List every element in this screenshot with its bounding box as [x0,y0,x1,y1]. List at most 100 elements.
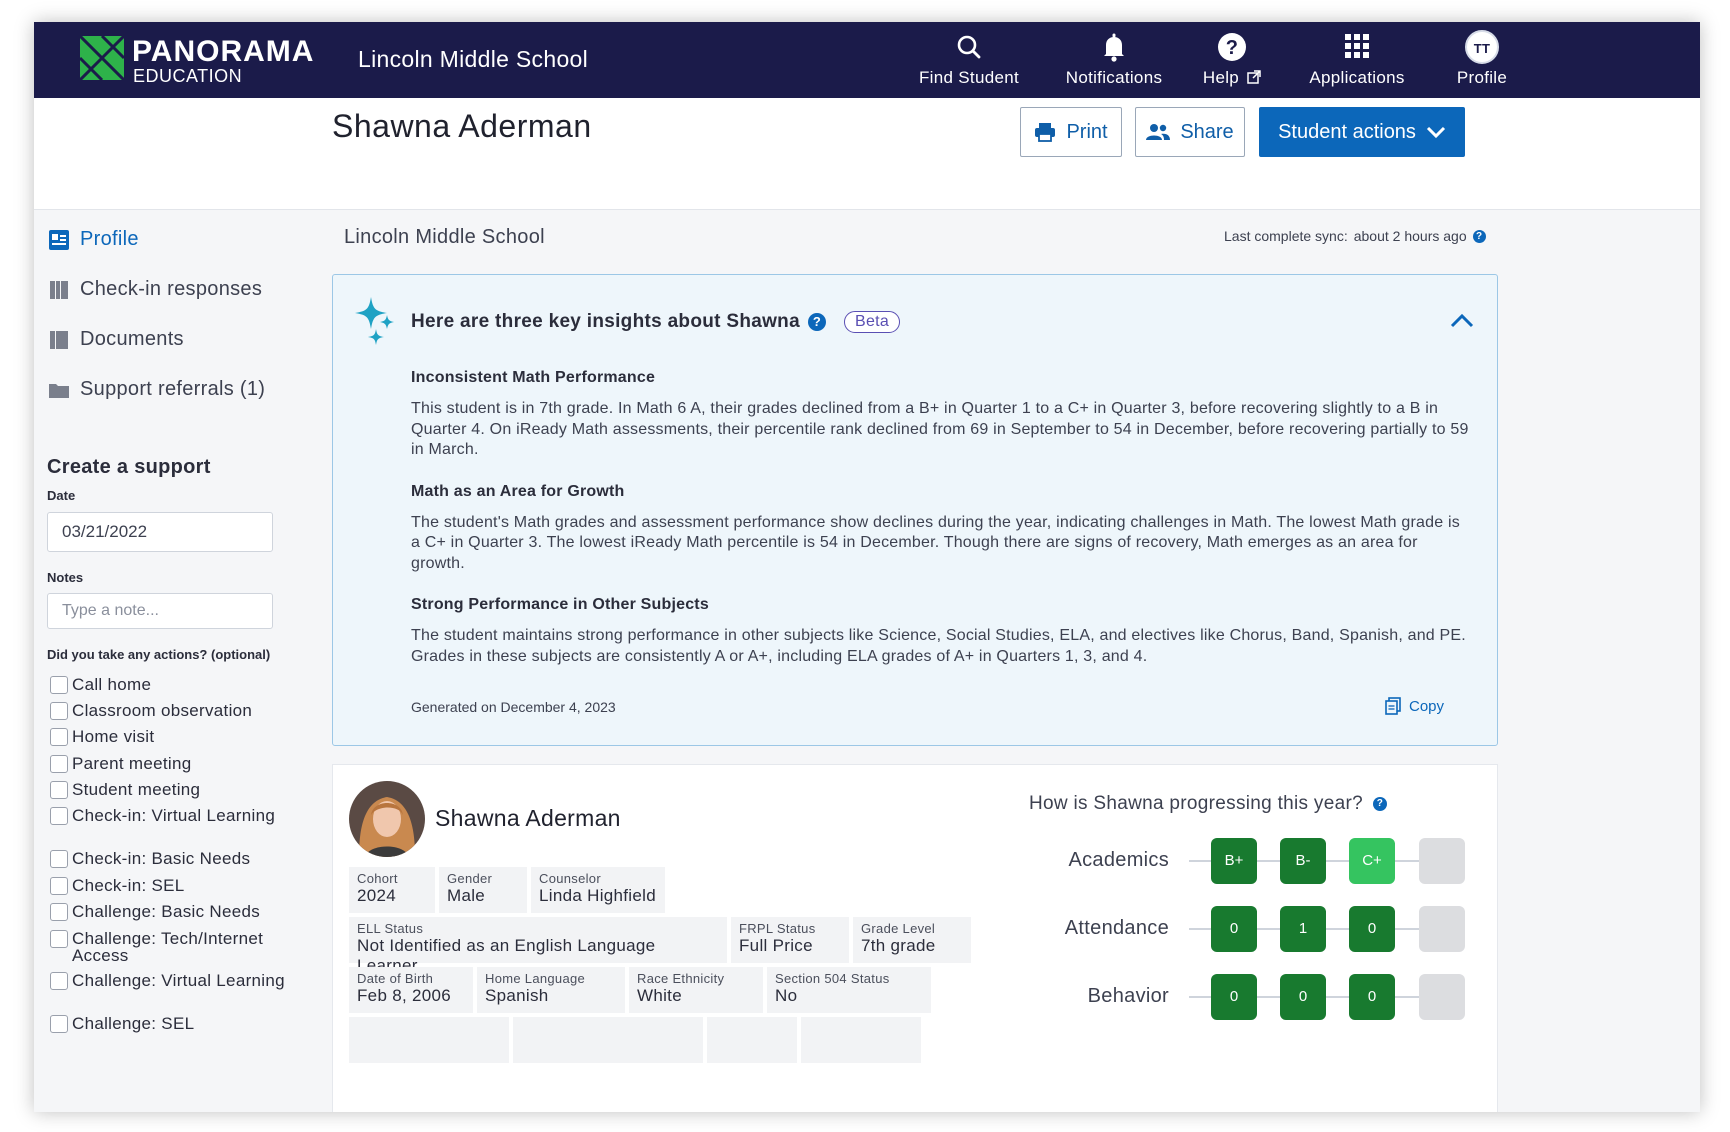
attr-cohort: Cohort 2024 [349,867,435,913]
print-button[interactable]: Print [1020,107,1122,157]
action-label: Parent meeting [72,754,192,773]
copy-button[interactable]: Copy [1385,697,1444,715]
attr-more [349,1017,509,1063]
action-checkbox-row[interactable]: Home visit [50,728,290,746]
attr-value: Male [447,886,486,905]
checkbox[interactable] [50,972,68,990]
insight-item: Strong Performance in Other Subjects The… [411,596,1471,667]
sidebar: Profile Check-in responses Documents Sup… [34,210,304,1112]
checkbox[interactable] [50,676,68,694]
insight-heading: Inconsistent Math Performance [411,369,656,386]
checkbox[interactable] [50,728,68,746]
sidebar-item-profile-label: Profile [80,228,139,250]
attr-key: ELL Status [357,921,424,936]
attendance-count-q3[interactable]: 0 [1349,906,1395,952]
nav-profile[interactable]: TT Profile [1440,30,1524,94]
sidebar-item-profile[interactable]: Profile [48,228,139,251]
action-checkbox-row[interactable]: Check-in: Virtual Learning [50,807,290,825]
sidebar-item-support-referrals[interactable]: Support referrals (1) [48,378,265,401]
actions-question-label: Did you take any actions? (optional) [47,647,271,662]
attr-value: White [637,986,682,1005]
attr-key: Home Language [485,971,586,986]
share-button[interactable]: Share [1135,107,1245,157]
checkbox[interactable] [50,807,68,825]
action-checkbox-row[interactable]: Challenge: Virtual Learning [50,972,290,990]
nav-help-label: Help [1192,68,1272,88]
insight-item: Inconsistent Math Performance This stude… [411,369,1471,461]
attr-key: FRPL Status [739,921,816,936]
attr-section-504: Section 504 Status No [767,967,931,1013]
progress-row-label: Academics [1068,849,1169,871]
action-checkbox-row[interactable]: Student meeting [50,781,290,799]
checkbox[interactable] [50,702,68,720]
progress-help-icon[interactable]: ? [1372,797,1387,811]
academics-grade-q3[interactable]: C+ [1349,838,1395,884]
sync-help-icon[interactable]: ? [1472,229,1486,243]
student-actions-dropdown[interactable]: Student actions [1259,107,1465,157]
action-checkbox-row[interactable]: Parent meeting [50,755,290,773]
behavior-count-q3[interactable]: 0 [1349,974,1395,1020]
nav-notifications[interactable]: Notifications [1052,30,1176,94]
copy-icon [1385,697,1401,715]
progress-title: How is Shawna progressing this year? ? [1029,793,1387,815]
date-field[interactable]: 03/21/2022 [47,512,273,552]
sidebar-item-checkin-responses[interactable]: Check-in responses [48,278,262,301]
page-title: Shawna Aderman [332,108,592,144]
academics-grade-q2[interactable]: B- [1280,838,1326,884]
nav-notifications-label: Notifications [1065,68,1163,87]
checkbox[interactable] [50,903,68,921]
action-label: Challenge: Virtual Learning [72,971,285,990]
bell-icon [1104,33,1124,62]
beta-badge: Beta [843,311,901,333]
action-checkbox-row[interactable]: Challenge: SEL [50,1015,290,1033]
attendance-count-q2[interactable]: 1 [1280,906,1326,952]
insight-text: The student maintains strong performance… [411,627,1466,665]
checkbox[interactable] [50,781,68,799]
academics-grade-q4[interactable] [1419,838,1465,884]
checkbox[interactable] [50,930,68,948]
insights-help-icon[interactable]: ? [807,313,826,331]
checkbox[interactable] [50,850,68,868]
notes-field[interactable]: Type a note... [47,593,273,629]
share-people-icon [1146,124,1171,140]
action-checkbox-row[interactable]: Challenge: Basic Needs [50,903,290,921]
student-actions-label: Student actions [1278,120,1416,143]
action-checkbox-row[interactable]: Call home [50,676,290,694]
insight-item: Math as an Area for Growth The student's… [411,483,1471,575]
chevron-up-icon[interactable] [1449,311,1475,331]
app-window: PANORAMA EDUCATION Lincoln Middle School… [34,22,1700,1112]
academics-grade-q1[interactable]: B+ [1211,838,1257,884]
action-label: Challenge: Tech/Internet Access [72,929,264,965]
panorama-logo[interactable]: PANORAMA EDUCATION [80,36,320,86]
copy-label: Copy [1409,697,1445,715]
action-checkbox-row[interactable]: Check-in: Basic Needs [50,850,290,868]
nav-help[interactable]: ? Help [1192,30,1272,94]
action-checkbox-row[interactable]: Challenge: Tech/Internet Access [50,930,290,964]
chevron-down-icon [1426,126,1445,139]
checkbox[interactable] [50,755,68,773]
sync-value: about 2 hours ago [1353,228,1467,244]
sparkle-icon [355,297,394,345]
sidebar-item-documents[interactable]: Documents [48,328,184,351]
action-label: Home visit [72,727,155,746]
attendance-count-q1[interactable]: 0 [1211,906,1257,952]
attendance-count-q4[interactable] [1419,906,1465,952]
attr-gender: Gender Male [439,867,527,913]
action-checkbox-row[interactable]: Classroom observation [50,702,290,720]
checkbox[interactable] [50,1015,68,1033]
checkbox[interactable] [50,877,68,895]
attr-key: Section 504 Status [775,971,890,986]
insight-heading: Strong Performance in Other Subjects [411,596,709,613]
behavior-count-q4[interactable] [1419,974,1465,1020]
behavior-count-q2[interactable]: 0 [1280,974,1326,1020]
attr-key: Counselor [539,871,601,886]
behavior-count-q1[interactable]: 0 [1211,974,1257,1020]
printer-icon [1035,123,1056,142]
action-checkbox-row[interactable]: Check-in: SEL [50,877,290,895]
insights-title-text: Here are three key insights about Shawna [411,311,800,332]
attr-key: Date of Birth [357,971,434,986]
action-label: Check-in: Virtual Learning [72,806,276,825]
nav-applications[interactable]: Applications [1288,30,1426,94]
share-label: Share [1180,120,1234,143]
nav-find-student[interactable]: Find Student [914,30,1024,94]
